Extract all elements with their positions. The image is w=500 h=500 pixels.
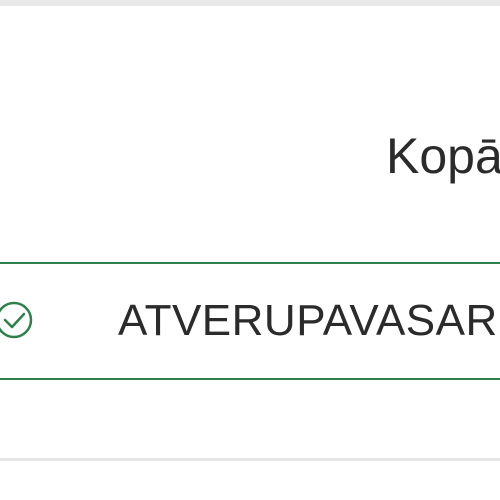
check-circle-icon <box>0 301 33 339</box>
total-label: Kopā <box>386 128 500 184</box>
top-divider <box>0 0 500 6</box>
bottom-divider <box>0 458 500 461</box>
promo-code-text: ATVERUPAVASAR <box>118 296 498 345</box>
